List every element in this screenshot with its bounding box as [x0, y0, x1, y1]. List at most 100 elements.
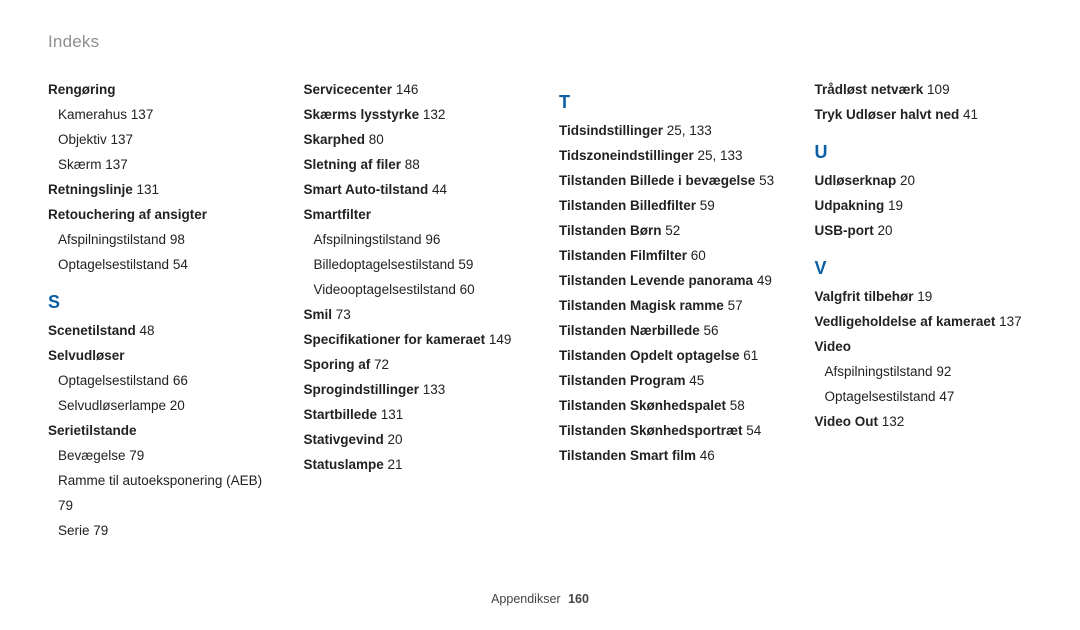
page-ref: 25, 133 — [698, 148, 743, 163]
page-ref: 80 — [369, 132, 384, 147]
page-ref: 73 — [336, 307, 351, 322]
index-subentry[interactable]: Optagelsestilstand 47 — [815, 385, 1033, 410]
index-entry[interactable]: Stativgevind 20 — [304, 428, 522, 453]
index-entry[interactable]: Retningslinje 131 — [48, 178, 266, 203]
index-subentry[interactable]: Billedoptagelsestilstand 59 — [304, 253, 522, 278]
index-entry[interactable]: Skærms lysstyrke 132 — [304, 103, 522, 128]
page-ref: 57 — [728, 298, 743, 313]
index-subentry[interactable]: Optagelsestilstand 54 — [48, 253, 266, 278]
index-subentry[interactable]: Videooptagelsestilstand 60 — [304, 278, 522, 303]
page-ref: 98 — [170, 232, 185, 247]
index-subentry[interactable]: Afspilningstilstand 92 — [815, 360, 1033, 385]
page-ref: 79 — [129, 448, 144, 463]
page-ref: 109 — [927, 82, 950, 97]
page-ref: 60 — [460, 282, 475, 297]
index-subentry[interactable]: Kamerahus 137 — [48, 103, 266, 128]
page-ref: 79 — [93, 523, 108, 538]
page-ref: 20 — [900, 173, 915, 188]
index-entry[interactable]: Sporing af 72 — [304, 353, 522, 378]
page-ref: 92 — [936, 364, 951, 379]
page-ref: 25, 133 — [667, 123, 712, 138]
index-entry[interactable]: Tilstanden Skønhedsportræt 54 — [559, 419, 777, 444]
section-letter: S — [48, 286, 266, 319]
index-entry[interactable]: Startbillede 131 — [304, 403, 522, 428]
index-entry[interactable]: Trådløst netværk 109 — [815, 78, 1033, 103]
index-heading: Selvudløser — [48, 344, 266, 369]
page-ref: 52 — [665, 223, 680, 238]
index-entry[interactable]: Tilstanden Filmfilter 60 — [559, 244, 777, 269]
index-entry[interactable]: Tidszoneindstillinger 25, 133 — [559, 144, 777, 169]
section-letter: U — [815, 136, 1033, 169]
page-ref: 137 — [999, 314, 1022, 329]
index-entry[interactable]: Servicecenter 146 — [304, 78, 522, 103]
page-ref: 59 — [700, 198, 715, 213]
index-entry[interactable]: Tilstanden Skønhedspalet 58 — [559, 394, 777, 419]
index-entry[interactable]: Tryk Udløser halvt ned 41 — [815, 103, 1033, 128]
index-entry[interactable]: Tilstanden Billedfilter 59 — [559, 194, 777, 219]
index-subentry[interactable]: Objektiv 137 — [48, 128, 266, 153]
index-subentry[interactable]: Ramme til autoeksponering (AEB) 79 — [48, 469, 266, 519]
index-entry[interactable]: Tilstanden Børn 52 — [559, 219, 777, 244]
index-subentry[interactable]: Afspilningstilstand 98 — [48, 228, 266, 253]
index-entry[interactable]: Smart Auto-tilstand 44 — [304, 178, 522, 203]
index-entry[interactable]: Vedligeholdelse af kameraet 137 — [815, 310, 1033, 335]
index-page: Indeks RengøringKamerahus 137Objektiv 13… — [0, 0, 1080, 630]
page-ref: 21 — [388, 457, 403, 472]
page-ref: 53 — [759, 173, 774, 188]
index-entry[interactable]: Tilstanden Levende panorama 49 — [559, 269, 777, 294]
page-ref: 61 — [743, 348, 758, 363]
index-entry[interactable]: Valgfrit tilbehør 19 — [815, 285, 1033, 310]
footer-label: Appendikser — [491, 592, 561, 606]
index-subentry[interactable]: Bevægelse 79 — [48, 444, 266, 469]
page-ref: 47 — [939, 389, 954, 404]
page-ref: 19 — [917, 289, 932, 304]
page-ref: 137 — [105, 157, 128, 172]
page-ref: 48 — [140, 323, 155, 338]
column-1: RengøringKamerahus 137Objektiv 137Skærm … — [48, 78, 266, 544]
index-entry[interactable]: Udpakning 19 — [815, 194, 1033, 219]
index-entry[interactable]: Sprogindstillinger 133 — [304, 378, 522, 403]
page-ref: 44 — [432, 182, 447, 197]
index-subentry[interactable]: Serie 79 — [48, 519, 266, 544]
page-footer: Appendikser 160 — [0, 592, 1080, 606]
index-entry[interactable]: Tidsindstillinger 25, 133 — [559, 119, 777, 144]
index-entry[interactable]: USB-port 20 — [815, 219, 1033, 244]
index-heading: Serietilstande — [48, 419, 266, 444]
index-entry[interactable]: Udløserknap 20 — [815, 169, 1033, 194]
page-ref: 60 — [691, 248, 706, 263]
page-ref: 41 — [963, 107, 978, 122]
page-ref: 54 — [173, 257, 188, 272]
index-entry[interactable]: Tilstanden Magisk ramme 57 — [559, 294, 777, 319]
section-letter: V — [815, 252, 1033, 285]
index-entry[interactable]: Statuslampe 21 — [304, 453, 522, 478]
index-entry[interactable]: Specifikationer for kameraet 149 — [304, 328, 522, 353]
page-ref: 132 — [882, 414, 905, 429]
index-subentry[interactable]: Afspilningstilstand 96 — [304, 228, 522, 253]
index-subentry[interactable]: Optagelsestilstand 66 — [48, 369, 266, 394]
columns-container: RengøringKamerahus 137Objektiv 137Skærm … — [48, 78, 1032, 544]
page-ref: 66 — [173, 373, 188, 388]
page-ref: 58 — [730, 398, 745, 413]
column-2: Servicecenter 146Skærms lysstyrke 132Ska… — [304, 78, 522, 544]
page-ref: 131 — [381, 407, 404, 422]
index-entry[interactable]: Skarphed 80 — [304, 128, 522, 153]
page-ref: 20 — [388, 432, 403, 447]
page-ref: 54 — [746, 423, 761, 438]
index-entry[interactable]: Tilstanden Billede i bevægelse 53 — [559, 169, 777, 194]
page-ref: 20 — [878, 223, 893, 238]
index-entry[interactable]: Tilstanden Program 45 — [559, 369, 777, 394]
index-entry[interactable]: Sletning af filer 88 — [304, 153, 522, 178]
page-ref: 20 — [170, 398, 185, 413]
page-ref: 133 — [423, 382, 446, 397]
index-entry[interactable]: Scenetilstand 48 — [48, 319, 266, 344]
index-entry[interactable]: Tilstanden Opdelt optagelse 61 — [559, 344, 777, 369]
footer-page-number: 160 — [564, 592, 589, 606]
page-ref: 49 — [757, 273, 772, 288]
index-subentry[interactable]: Selvudløserlampe 20 — [48, 394, 266, 419]
index-subentry[interactable]: Skærm 137 — [48, 153, 266, 178]
index-entry[interactable]: Tilstanden Nærbillede 56 — [559, 319, 777, 344]
index-entry[interactable]: Smil 73 — [304, 303, 522, 328]
index-heading: Smartfilter — [304, 203, 522, 228]
index-entry[interactable]: Tilstanden Smart film 46 — [559, 444, 777, 469]
index-entry[interactable]: Video Out 132 — [815, 410, 1033, 435]
